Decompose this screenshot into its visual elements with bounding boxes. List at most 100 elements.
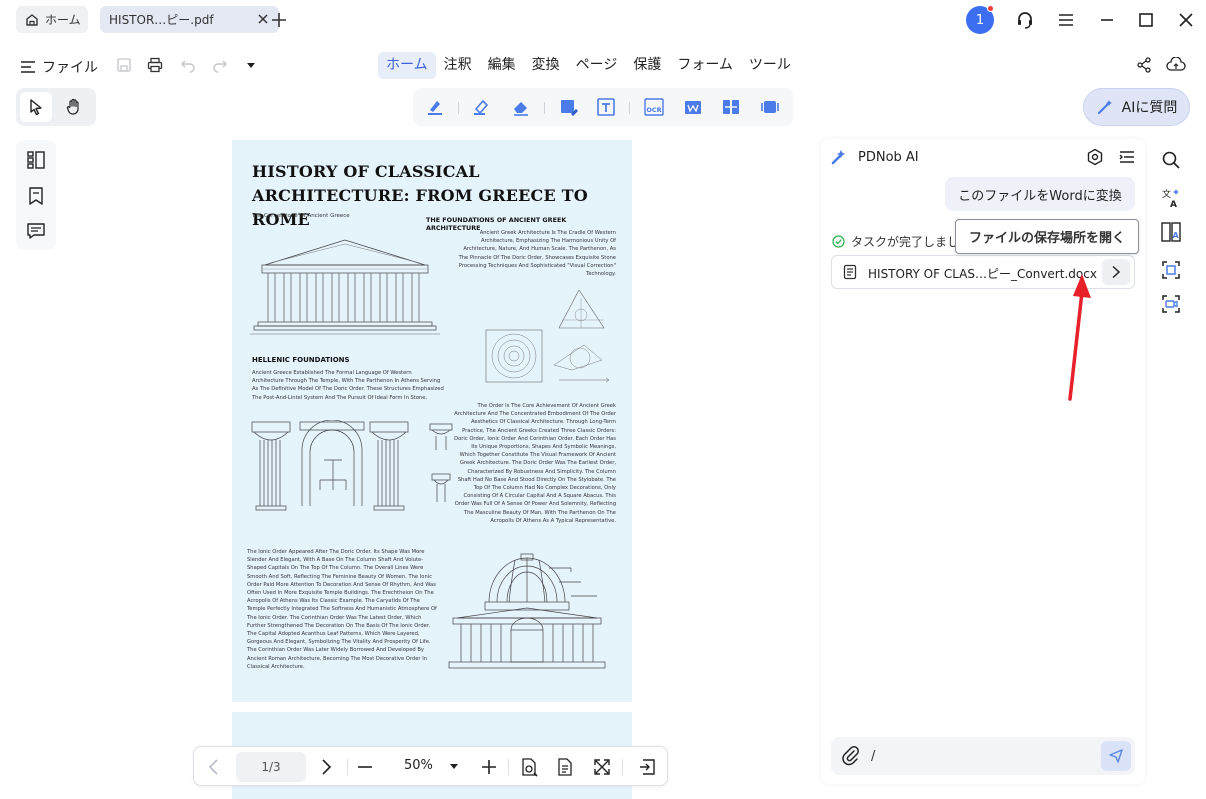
proportion-diagrams bbox=[485, 290, 610, 383]
eraser-icon[interactable] bbox=[511, 97, 531, 117]
hamburger-menu-icon[interactable] bbox=[1056, 10, 1076, 30]
file-menu-button[interactable]: ファイル bbox=[20, 57, 98, 77]
undo-icon[interactable] bbox=[180, 57, 196, 73]
tab-document-label: HISTOR…ピー.pdf bbox=[109, 13, 214, 27]
support-headset-icon[interactable] bbox=[1015, 10, 1035, 30]
left-sidebar bbox=[16, 140, 56, 250]
attachment-paperclip-icon[interactable] bbox=[842, 746, 860, 766]
parthenon-illustration bbox=[250, 239, 440, 335]
settings-gear-icon[interactable] bbox=[1086, 148, 1104, 166]
right-sidebar: 文A A bbox=[1153, 139, 1189, 324]
paragraph-hellenic: Ancient Greece Established The Formal La… bbox=[252, 370, 444, 401]
page-indicator[interactable]: 1/3 bbox=[236, 752, 306, 782]
maximize-icon[interactable] bbox=[1136, 10, 1156, 30]
menu-page[interactable]: ページ bbox=[568, 52, 626, 79]
send-button[interactable] bbox=[1101, 741, 1131, 771]
toolbar-divider bbox=[544, 102, 545, 114]
document-subtitle: The Cornerstone Of Ancient Greece bbox=[252, 213, 350, 219]
toolbar-divider bbox=[458, 102, 459, 114]
pantheon-illustration bbox=[448, 553, 606, 669]
add-text-icon[interactable] bbox=[596, 97, 616, 117]
pointer-cursor-icon bbox=[27, 98, 45, 116]
tooltip-text: ファイルの保存場所を開く bbox=[968, 231, 1125, 246]
pagebar-divider bbox=[508, 759, 509, 775]
chat-history-icon[interactable] bbox=[1118, 148, 1136, 166]
menu-form[interactable]: フォーム bbox=[669, 52, 741, 79]
ask-ai-button[interactable]: AIに質問 bbox=[1083, 88, 1190, 126]
tab-home[interactable]: ホーム bbox=[16, 6, 88, 33]
menu-home[interactable]: ホーム bbox=[378, 52, 436, 79]
zoom-dropdown-icon[interactable] bbox=[449, 763, 459, 771]
hand-tool-button[interactable] bbox=[58, 92, 90, 122]
compare-icon[interactable] bbox=[721, 97, 741, 117]
screenshot-icon[interactable] bbox=[1161, 260, 1181, 280]
translate-icon[interactable]: 文A bbox=[1161, 187, 1181, 209]
chevron-right-icon bbox=[1110, 265, 1122, 279]
notification-count: 1 bbox=[975, 12, 985, 28]
cursor-mode-group bbox=[16, 88, 96, 126]
zoom-out-icon[interactable] bbox=[355, 757, 375, 777]
minimize-icon[interactable] bbox=[1097, 10, 1117, 30]
pagebar-divider bbox=[622, 759, 623, 775]
share-icon[interactable] bbox=[1136, 57, 1152, 73]
thumbnails-icon[interactable] bbox=[26, 150, 46, 170]
chat-input-box bbox=[831, 737, 1135, 775]
column-orders-illustration bbox=[251, 420, 453, 511]
new-tab-icon[interactable] bbox=[268, 9, 290, 31]
user-message-text: このファイルをWordに変換 bbox=[958, 188, 1122, 204]
bookmark-icon[interactable] bbox=[26, 186, 46, 206]
screen-capture-icon[interactable] bbox=[1161, 294, 1181, 314]
pdf-page: HISTORY OF CLASSICAL ARCHITECTURE: FROM … bbox=[232, 140, 632, 702]
task-status-text: タスクが完了しました bbox=[851, 235, 972, 249]
print-icon[interactable] bbox=[147, 57, 163, 73]
close-window-icon[interactable] bbox=[1176, 10, 1196, 30]
section-heading-hellenic: HELLENIC FOUNDATIONS bbox=[252, 356, 350, 364]
menu-tools[interactable]: ツール bbox=[741, 52, 799, 79]
edit-text-icon[interactable] bbox=[559, 97, 579, 117]
pagebar-divider bbox=[347, 759, 348, 775]
menu-edit[interactable]: 編集 bbox=[480, 52, 524, 79]
rotate-page-icon[interactable] bbox=[519, 757, 539, 777]
open-file-location-button[interactable] bbox=[1102, 259, 1130, 285]
paragraph-foundations: Ancient Greek Architecture Is The Cradle… bbox=[458, 230, 616, 278]
fit-page-icon[interactable] bbox=[555, 757, 575, 777]
document-file-icon bbox=[842, 264, 858, 280]
page-navigation-bar: 1/3 50% bbox=[193, 746, 668, 786]
quick-access-dropdown-icon[interactable] bbox=[245, 57, 257, 73]
translate-document-icon[interactable]: A bbox=[1161, 221, 1181, 243]
tab-document[interactable]: HISTOR…ピー.pdf bbox=[100, 6, 279, 33]
ocr-icon[interactable]: OCR bbox=[643, 97, 665, 117]
home-toolbar: OCR bbox=[413, 88, 793, 126]
collapse-panel-icon[interactable] bbox=[637, 757, 657, 777]
menu-protect[interactable]: 保護 bbox=[625, 52, 669, 79]
save-icon[interactable] bbox=[116, 57, 132, 73]
next-page-icon[interactable] bbox=[316, 757, 336, 777]
fullscreen-icon[interactable] bbox=[592, 757, 612, 777]
redo-icon[interactable] bbox=[212, 57, 228, 73]
main-menu: ホーム 注釈 編集 変換 ページ 保護 フォーム ツール bbox=[378, 52, 799, 79]
previous-page-icon[interactable] bbox=[204, 757, 224, 777]
ai-panel-title: PDNob AI bbox=[858, 150, 919, 165]
comment-icon[interactable] bbox=[26, 221, 46, 241]
select-tool-button[interactable] bbox=[20, 92, 52, 122]
check-circle-icon bbox=[832, 235, 845, 248]
open-location-tooltip: ファイルの保存場所を開く bbox=[955, 219, 1139, 254]
file-menu-label: ファイル bbox=[42, 60, 98, 76]
menu-annotate[interactable]: 注釈 bbox=[436, 52, 480, 79]
annotation-arrow bbox=[1068, 274, 1091, 401]
menu-convert[interactable]: 変換 bbox=[524, 52, 568, 79]
chat-input[interactable] bbox=[871, 745, 1091, 767]
svg-text:文: 文 bbox=[1162, 188, 1171, 200]
zoom-level[interactable]: 50% bbox=[404, 758, 433, 773]
screen-record-icon[interactable] bbox=[760, 97, 780, 117]
highlight-icon[interactable] bbox=[425, 97, 445, 117]
menu-lines-icon bbox=[20, 59, 36, 75]
cloud-upload-icon[interactable] bbox=[1166, 57, 1186, 73]
convert-to-word-icon[interactable] bbox=[683, 97, 703, 117]
hand-icon bbox=[65, 98, 83, 116]
svg-text:A: A bbox=[1170, 200, 1177, 209]
marker-icon[interactable] bbox=[471, 97, 491, 117]
search-icon[interactable] bbox=[1161, 150, 1181, 170]
paragraph-orders: The Order Is The Core Achievement Of Anc… bbox=[454, 403, 616, 524]
zoom-in-icon[interactable] bbox=[479, 757, 499, 777]
